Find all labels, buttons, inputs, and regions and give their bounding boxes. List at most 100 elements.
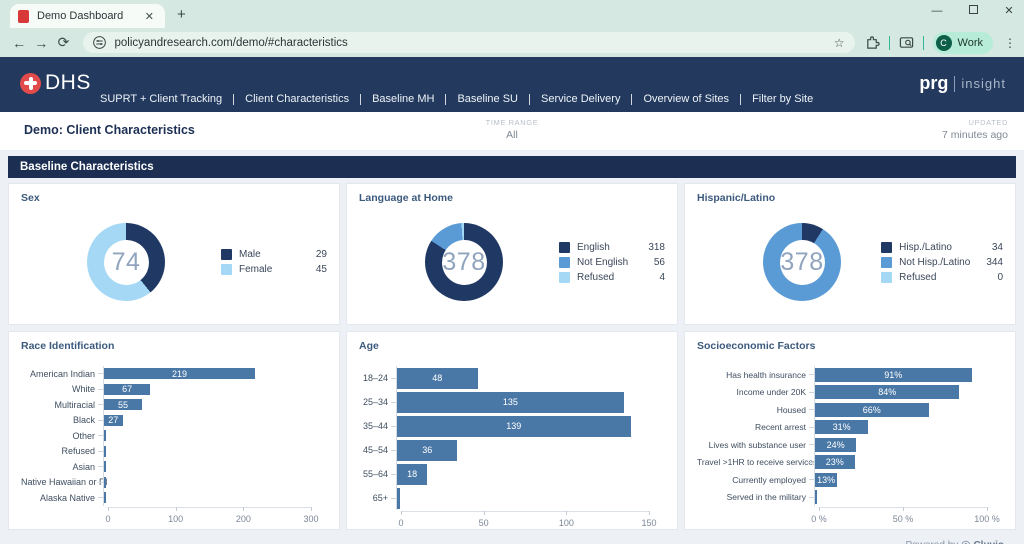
bar-row: 55–64 18 bbox=[359, 462, 665, 486]
side-search-icon[interactable] bbox=[899, 35, 914, 50]
bar-value-label: 48 bbox=[432, 373, 443, 383]
reload-icon[interactable]: ⟳ bbox=[52, 34, 74, 51]
axis-tick-label: 0 % bbox=[811, 514, 827, 524]
bar-track: 91% bbox=[814, 366, 987, 384]
bar-track bbox=[103, 428, 311, 444]
legend-label: Refused bbox=[577, 271, 615, 283]
toolbar-divider bbox=[888, 35, 890, 50]
nav-item-baseline-mh[interactable]: Baseline MH bbox=[372, 93, 434, 105]
age-bar-chart: 18–24 48 25–34 135 35–44 139 45–54 36 55–64 18 65+… bbox=[359, 366, 665, 531]
bar-track bbox=[814, 488, 987, 506]
category-label: Recent arrest bbox=[754, 422, 806, 433]
cluvio-icon: ◎ bbox=[961, 539, 971, 544]
profile-button[interactable]: C Work bbox=[932, 31, 993, 54]
axis-tick-label: 100 % bbox=[974, 514, 1000, 524]
bar-value-label: 55 bbox=[117, 399, 128, 410]
minimize-icon[interactable]: — bbox=[930, 5, 944, 17]
bar-track: 55 bbox=[103, 397, 311, 413]
category-label: Black bbox=[72, 415, 95, 426]
bar-track bbox=[103, 490, 311, 506]
forward-icon[interactable]: → bbox=[30, 35, 52, 51]
tab-close-icon[interactable]: ✕ bbox=[142, 10, 157, 23]
category-label: Has health insurance bbox=[726, 369, 806, 380]
powered-by-text: Powered by bbox=[905, 540, 958, 544]
bookmark-star-icon[interactable]: ☆ bbox=[834, 36, 845, 50]
bar-track: 48 bbox=[396, 366, 649, 390]
updated-status: UPDATED 7 minutes ago bbox=[942, 118, 1008, 141]
browser-tab[interactable]: Demo Dashboard ✕ bbox=[10, 4, 165, 28]
axis-tick-label: 150 bbox=[641, 518, 657, 528]
axis-tick bbox=[649, 511, 650, 515]
nav-item-overview-of-sites[interactable]: Overview of Sites bbox=[643, 93, 729, 105]
donut-hole: 378 bbox=[441, 239, 487, 285]
dhs-cross-icon bbox=[20, 72, 41, 94]
donut-total: 378 bbox=[780, 247, 824, 276]
time-range-label: TIME RANGE bbox=[485, 118, 539, 127]
axis-tick bbox=[819, 507, 820, 511]
nav-item-baseline-su[interactable]: Baseline SU bbox=[457, 93, 518, 105]
legend-item: Male 29 bbox=[221, 247, 327, 262]
sex-card: Sex 74 Male 29 Female 45 bbox=[8, 183, 340, 325]
toolbar-divider bbox=[922, 35, 924, 50]
axis-tick bbox=[243, 506, 245, 511]
category-label: Native Hawaiian or PI bbox=[21, 477, 108, 488]
bar bbox=[104, 476, 106, 488]
bar-row: 18–24 48 bbox=[359, 366, 665, 390]
legend-swatch bbox=[881, 271, 893, 283]
more-menu-icon[interactable]: ⋮ bbox=[1004, 36, 1016, 50]
time-range[interactable]: TIME RANGE All bbox=[486, 118, 539, 141]
legend-swatch bbox=[221, 264, 232, 275]
bar-track bbox=[103, 459, 311, 475]
nav-item-service-delivery[interactable]: Service Delivery bbox=[541, 93, 620, 105]
axis-tick bbox=[903, 507, 904, 511]
legend-swatch bbox=[559, 241, 570, 253]
bar: 31% bbox=[815, 420, 869, 435]
chart-title: Sex bbox=[21, 192, 40, 204]
bar: 135 bbox=[397, 391, 624, 413]
bar-row: Alaska Native bbox=[21, 490, 327, 506]
url-text[interactable]: policyandresearch.com/demo/#characterist… bbox=[115, 37, 834, 49]
bar-row: Native Hawaiian or PI bbox=[21, 474, 327, 490]
category-label: Other bbox=[72, 430, 95, 441]
url-bar[interactable]: policyandresearch.com/demo/#characterist… bbox=[82, 32, 855, 53]
powered-by-footer: Powered by ◎ Cluvio bbox=[8, 536, 1016, 544]
close-icon[interactable]: ✕ bbox=[1002, 4, 1016, 17]
tab-title: Demo Dashboard bbox=[37, 10, 124, 22]
category-label: 25–34 bbox=[362, 397, 388, 407]
bar-row: Has health insurance 91% bbox=[697, 366, 1003, 384]
bar-track: 23% bbox=[814, 453, 987, 471]
nav-item-filter-by-site[interactable]: Filter by Site bbox=[752, 93, 813, 105]
legend-label: Not English bbox=[577, 256, 629, 268]
legend-item: Female 45 bbox=[221, 262, 327, 277]
legend-value: 318 bbox=[648, 241, 665, 253]
time-range-value[interactable]: All bbox=[486, 129, 539, 141]
nav-item-suprt-client-tracking[interactable]: SUPRT + Client Tracking bbox=[100, 93, 222, 105]
extensions-icon[interactable] bbox=[865, 35, 880, 50]
profile-name: Work bbox=[957, 36, 983, 49]
x-axis: 0 50 100 150 bbox=[398, 511, 657, 531]
nav-item-client-characteristics[interactable]: Client Characteristics bbox=[245, 93, 349, 105]
axis-tick bbox=[987, 507, 988, 511]
chart-title: Socioeconomic Factors bbox=[697, 340, 816, 352]
donut-wrap: 74 Male 29 Female 45 bbox=[21, 210, 327, 314]
legend-label: Hisp./Latino bbox=[899, 241, 952, 253]
socioeconomic-bar-chart: Has health insurance 91% Income under 20K 8… bbox=[697, 366, 1003, 527]
dashboard-board: Baseline Characteristics Sex 74 Male 29 Fem… bbox=[0, 150, 1024, 544]
dashboard-title-row: Demo: Client Characteristics TIME RANGE … bbox=[0, 112, 1024, 150]
cluvio-brand[interactable]: Cluvio bbox=[973, 540, 1004, 544]
site-info-icon[interactable] bbox=[92, 36, 106, 49]
bar-value-label: 67 bbox=[122, 384, 133, 395]
bar-track: 67 bbox=[103, 381, 311, 397]
bar-row: White 67 bbox=[21, 381, 327, 397]
legend-value: 0 bbox=[997, 271, 1003, 283]
back-icon[interactable]: ← bbox=[8, 35, 30, 51]
bar-track: 18 bbox=[396, 462, 649, 486]
category-label: 55–64 bbox=[362, 469, 388, 479]
bar bbox=[104, 445, 107, 457]
dhs-logo-text: DHS bbox=[45, 71, 91, 94]
legend-label: Female bbox=[239, 264, 273, 275]
maximize-icon[interactable] bbox=[966, 4, 980, 17]
bar-track: 27 bbox=[103, 412, 311, 428]
new-tab-button[interactable]: + bbox=[177, 6, 186, 23]
bar-row: 35–44 139 bbox=[359, 414, 665, 438]
